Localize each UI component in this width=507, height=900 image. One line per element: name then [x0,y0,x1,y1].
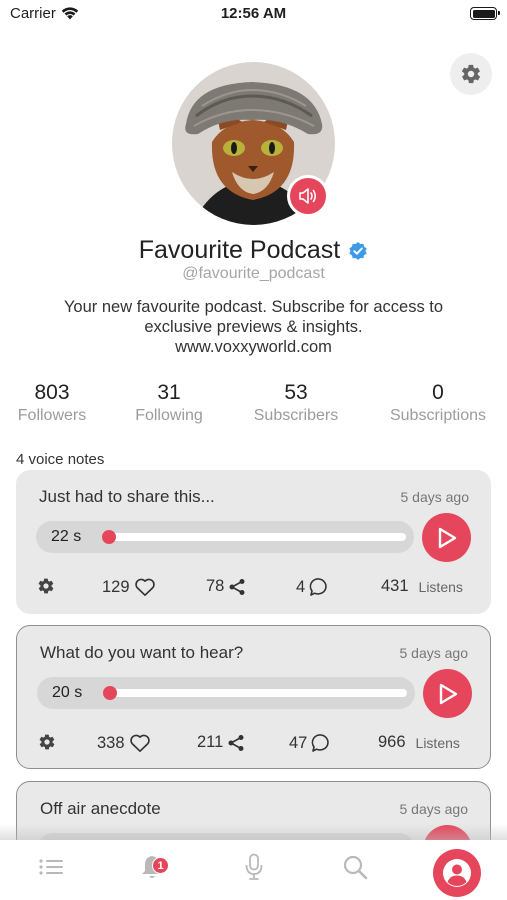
profile-icon [443,859,471,887]
microphone-icon [245,853,263,880]
like-button[interactable]: 338 [97,733,151,753]
voice-note-card[interactable]: Just had to share this... 5 days ago 22 … [16,470,491,614]
heart-icon [129,734,150,752]
voice-note-date: 5 days ago [399,645,469,661]
play-icon [438,527,456,548]
tab-record[interactable] [239,852,269,882]
progress-knob[interactable] [102,530,116,544]
listens-counter: 431 Listens [381,577,463,596]
voice-note-card[interactable]: What do you want to hear? 5 days ago 20 … [16,625,491,769]
voice-notes-count: 4 voice notes [16,451,105,468]
play-button[interactable] [423,669,472,718]
notification-count-badge: 1 [152,857,169,874]
stat-followers[interactable]: 803 Followers [8,381,96,427]
comment-bubble-icon [312,734,330,752]
share-button[interactable]: 78 [206,577,246,596]
verified-badge-icon [349,241,367,260]
profile-name: Favourite Podcast [138,236,341,264]
listens-count: 431 [381,577,409,595]
profile-name-row: Favourite Podcast [0,236,507,265]
audio-scrubber[interactable]: 22 s [36,521,414,553]
speaker-icon [299,188,317,204]
profile-bio: Your new favourite podcast. Subscribe fo… [30,297,477,357]
stat-label: Followers [17,407,87,424]
voice-note-title: What do you want to hear? [40,643,244,662]
audio-scrubber[interactable]: 20 s [37,677,415,709]
avatar-container [172,62,335,225]
share-count: 211 [197,733,224,751]
bio-line: Your new favourite podcast. Subscribe fo… [63,298,444,316]
status-bar: Carrier 12:56 AM [0,0,507,30]
stat-label: Following [135,407,203,424]
play-icon [439,683,457,704]
note-settings-button[interactable] [37,577,55,595]
tab-feed[interactable] [36,852,66,882]
tab-search[interactable] [340,852,370,882]
like-count: 338 [97,733,125,752]
voice-note-title: Off air anecdote [40,799,161,818]
stat-value: 0 [432,381,444,404]
voice-note-date: 5 days ago [399,801,469,817]
play-button[interactable] [422,513,471,562]
share-button[interactable]: 211 [197,733,245,752]
listens-count: 966 [378,733,406,751]
like-button[interactable]: 129 [102,577,156,597]
voice-note-date: 5 days ago [400,489,470,505]
gear-icon [39,734,55,750]
share-count: 78 [206,577,225,595]
tab-bar: 1 [0,840,507,900]
audio-duration: 20 s [52,684,83,701]
gear-icon [461,64,481,84]
like-count: 129 [102,577,130,596]
profile-handle: @favourite_podcast [182,265,325,282]
progress-knob[interactable] [103,686,117,700]
audio-duration: 22 s [51,528,82,545]
comment-button[interactable]: 4 [296,577,329,597]
share-icon [229,578,245,595]
list-icon [39,859,63,875]
progress-track [106,533,406,541]
stat-value: 53 [284,381,308,404]
note-settings-button[interactable] [38,733,56,751]
comment-count: 4 [296,577,306,596]
comment-bubble-icon [309,578,327,596]
comment-button[interactable]: 47 [289,733,331,753]
listens-label: Listens [418,578,463,595]
stat-value: 31 [157,381,181,404]
bio-line: exclusive previews & insights. [144,318,363,336]
stat-label: Subscriptions [389,407,487,424]
voice-note-title: Just had to share this... [39,487,215,506]
progress-track [107,689,407,697]
stat-following[interactable]: 31 Following [125,381,213,427]
stat-value: 803 [34,381,70,404]
stat-label: Subscribers [253,407,339,424]
voice-intro-button[interactable] [287,175,329,217]
listens-label: Listens [415,734,460,751]
tab-profile[interactable] [433,849,481,897]
battery-icon [470,7,500,20]
bio-link[interactable]: www.voxxyworld.com [30,337,477,357]
stat-subscriptions[interactable]: 0 Subscriptions [380,381,496,427]
search-icon [343,855,368,880]
share-icon [228,734,244,751]
status-time: 12:56 AM [220,5,287,22]
voice-note-stats: 129 78 4 431 Listens [16,577,491,599]
stat-subscribers[interactable]: 53 Subscribers [246,381,346,427]
settings-button[interactable] [450,53,492,95]
listens-counter: 966 Listens [378,733,460,752]
voice-note-stats: 338 211 47 966 Listens [17,733,490,755]
heart-icon [134,578,155,596]
comment-count: 47 [289,733,308,752]
gear-icon [38,578,54,594]
